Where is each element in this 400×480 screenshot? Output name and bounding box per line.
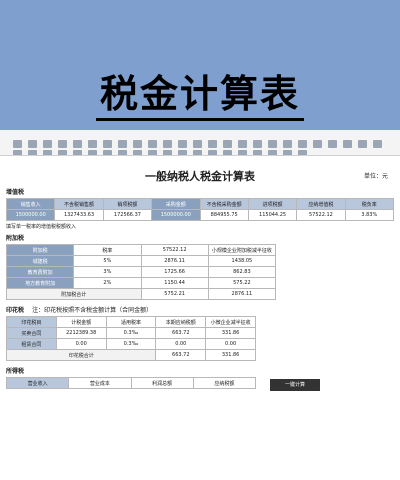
stamp-header-cell[interactable]: 小微企业减半征收 xyxy=(205,316,256,328)
stamp-cell[interactable]: 0.00 xyxy=(205,338,256,350)
surcharge-total-row: 附加税合计 5752.21 2876.11 xyxy=(6,288,277,300)
stamp-table: 印花税目 计税金额 适用税率 本期应纳税额 小微企业减半征收 买卖合同 2212… xyxy=(5,316,256,361)
stamp-header-cell[interactable]: 适用税率 xyxy=(105,316,157,328)
ribbon-row xyxy=(10,143,400,155)
toolbar-icon[interactable] xyxy=(328,139,337,148)
surcharge-row: 城建税 5% 2876.11 1438.05 xyxy=(5,255,277,267)
sheet-content: 一般纳税人税金计算表 单位：元 增值税 销售收入 不含税销售额 销项税额 采购金… xyxy=(0,156,400,399)
banner: 税金计算表 xyxy=(0,72,400,121)
income-header-cell[interactable]: 利润总额 xyxy=(130,377,194,389)
income-header-cell[interactable]: 营业成本 xyxy=(68,377,132,389)
income-header-row: 营业收入 营业成本 利润总额 应纳税额 xyxy=(5,377,257,389)
stamp-section-title: 印花税 xyxy=(6,307,25,314)
income-area: 营业收入 营业成本 利润总额 应纳税额 一键计算 xyxy=(5,377,394,399)
toolbar-icon[interactable] xyxy=(373,139,382,148)
vat-value-cell[interactable]: 1500000.00 xyxy=(151,209,201,221)
surcharge-header-cell[interactable]: 小规模企业附加税减半征收 xyxy=(207,244,277,256)
surcharge-total-label: 附加税合计 xyxy=(6,288,142,300)
stamp-header-cell[interactable]: 印花税目 xyxy=(6,316,57,328)
vat-header-cell[interactable]: 采购金额 xyxy=(151,198,201,210)
surcharge-header-row: 附加税 税率 57522.12 小规模企业附加税减半征收 xyxy=(5,244,277,256)
ribbon-toolbar xyxy=(0,130,400,156)
surcharge-cell[interactable]: 1150.44 xyxy=(140,277,209,289)
vat-header-cell[interactable]: 税负率 xyxy=(344,198,395,210)
income-table: 营业收入 营业成本 利润总额 应纳税额 xyxy=(5,377,257,389)
surcharge-cell[interactable]: 2876.11 xyxy=(140,255,209,267)
vat-value-cell[interactable]: 57522.12 xyxy=(296,209,346,221)
vat-header-cell[interactable]: 不含税采购金额 xyxy=(199,198,249,210)
sheet-title: 一般纳税人税金计算表 单位：元 xyxy=(6,168,394,184)
ribbon-row xyxy=(10,133,400,148)
surcharge-cell[interactable]: 862.83 xyxy=(207,266,277,278)
stamp-cell[interactable]: 0.00 xyxy=(155,338,207,350)
vat-value-cell[interactable]: 1327433.63 xyxy=(54,209,104,221)
vat-value-cell[interactable]: 3.83% xyxy=(344,209,395,221)
surcharge-cell[interactable]: 城建税 xyxy=(5,255,75,267)
surcharge-section-label: 附加税 xyxy=(6,235,25,242)
income-section-label: 所得税 xyxy=(6,368,25,375)
surcharge-header-cell[interactable]: 57522.12 xyxy=(140,244,209,256)
vat-header-cell[interactable]: 不含税销售额 xyxy=(54,198,104,210)
spreadsheet-window: 一般纳税人税金计算表 单位：元 增值税 销售收入 不含税销售额 销项税额 采购金… xyxy=(0,130,400,480)
vat-value-cell[interactable]: 115044.25 xyxy=(247,209,298,221)
toolbar-icon[interactable] xyxy=(343,139,352,148)
vat-header-cell[interactable]: 销售收入 xyxy=(5,198,56,210)
vat-value-cell[interactable]: 884955.75 xyxy=(199,209,249,221)
stamp-cell[interactable]: 331.86 xyxy=(205,327,256,339)
surcharge-cell[interactable]: 1438.05 xyxy=(207,255,277,267)
income-header-cell[interactable]: 应纳税额 xyxy=(192,377,257,389)
stamp-note: 注：印花税按照不含税金额计算（合同金额） xyxy=(32,307,153,314)
surcharge-cell[interactable]: 1725.66 xyxy=(140,266,209,278)
stamp-section-label: 印花税 注：印花税按照不含税金额计算（合同金额） xyxy=(6,305,394,314)
vat-header-cell[interactable]: 销项税额 xyxy=(102,198,153,210)
surcharge-row: 地方教育附加 2% 1150.44 575.22 xyxy=(5,277,277,289)
stamp-cell[interactable]: 0.3‰ xyxy=(105,327,157,339)
banner-title: 税金计算表 xyxy=(95,72,304,121)
income-header-cell[interactable]: 营业收入 xyxy=(5,377,70,389)
surcharge-cell[interactable]: 地方教育附加 xyxy=(5,277,75,289)
stamp-cell[interactable]: 租赁合同 xyxy=(6,338,57,350)
vat-table: 销售收入 不含税销售额 销项税额 采购金额 不含税采购金额 进项税额 应纳增值税… xyxy=(5,198,395,221)
stamp-header-cell[interactable]: 计税金额 xyxy=(55,316,107,328)
surcharge-cell[interactable]: 教育费附加 xyxy=(5,266,75,278)
stamp-row: 买卖合同 2212389.38 0.3‰ 663.72 331.86 xyxy=(6,327,256,339)
stamp-row: 租赁合同 0.00 0.3‰ 0.00 0.00 xyxy=(6,338,256,350)
vat-header-cell[interactable]: 进项税额 xyxy=(247,198,298,210)
stamp-total-label: 印花税合计 xyxy=(5,349,157,361)
surcharge-total-cell[interactable]: 5752.21 xyxy=(140,288,209,300)
vat-header-row: 销售收入 不含税销售额 销项税额 采购金额 不含税采购金额 进项税额 应纳增值税… xyxy=(5,198,395,210)
calculate-button[interactable]: 一键计算 xyxy=(270,379,320,391)
surcharge-cell[interactable]: 575.22 xyxy=(207,277,277,289)
vat-section-label: 增值税 xyxy=(6,189,25,196)
stamp-header-cell[interactable]: 本期应纳税额 xyxy=(155,316,207,328)
sheet-title-text: 一般纳税人税金计算表 xyxy=(145,170,255,183)
toolbar-icon[interactable] xyxy=(313,139,322,148)
vat-value-cell[interactable]: 1500000.00 xyxy=(5,209,56,221)
stamp-cell[interactable]: 买卖合同 xyxy=(6,327,57,339)
surcharge-row: 教育费附加 3% 1725.66 862.83 xyxy=(5,266,277,278)
surcharge-table: 附加税 税率 57522.12 小规模企业附加税减半征收 城建税 5% 2876… xyxy=(5,244,277,300)
unit-label: 单位：元 xyxy=(363,173,388,180)
surcharge-cell[interactable]: 5% xyxy=(73,255,142,267)
stamp-cell[interactable]: 2212389.38 xyxy=(55,327,107,339)
vat-value-cell[interactable]: 172566.37 xyxy=(102,209,153,221)
stamp-total-cell[interactable]: 331.86 xyxy=(205,349,256,361)
surcharge-cell[interactable]: 2% xyxy=(73,277,142,289)
surcharge-total-cell[interactable]: 2876.11 xyxy=(207,288,277,300)
surcharge-header-cell[interactable]: 税率 xyxy=(73,244,142,256)
stamp-cell[interactable]: 663.72 xyxy=(155,327,207,339)
vat-header-cell[interactable]: 应纳增值税 xyxy=(296,198,346,210)
vat-value-row: 1500000.00 1327433.63 172566.37 1500000.… xyxy=(5,209,395,221)
vat-note: 填写单一税率的增值税税额收入 xyxy=(6,224,77,230)
stamp-total-row: 印花税合计 663.72 331.86 xyxy=(5,349,256,361)
surcharge-cell[interactable]: 3% xyxy=(73,266,142,278)
stamp-header-row: 印花税目 计税金额 适用税率 本期应纳税额 小微企业减半征收 xyxy=(6,316,256,328)
surcharge-header-cell[interactable]: 附加税 xyxy=(5,244,75,256)
stamp-total-cell[interactable]: 663.72 xyxy=(155,349,207,361)
stamp-cell[interactable]: 0.3‰ xyxy=(105,338,157,350)
toolbar-icon[interactable] xyxy=(358,139,367,148)
stamp-cell[interactable]: 0.00 xyxy=(55,338,107,350)
